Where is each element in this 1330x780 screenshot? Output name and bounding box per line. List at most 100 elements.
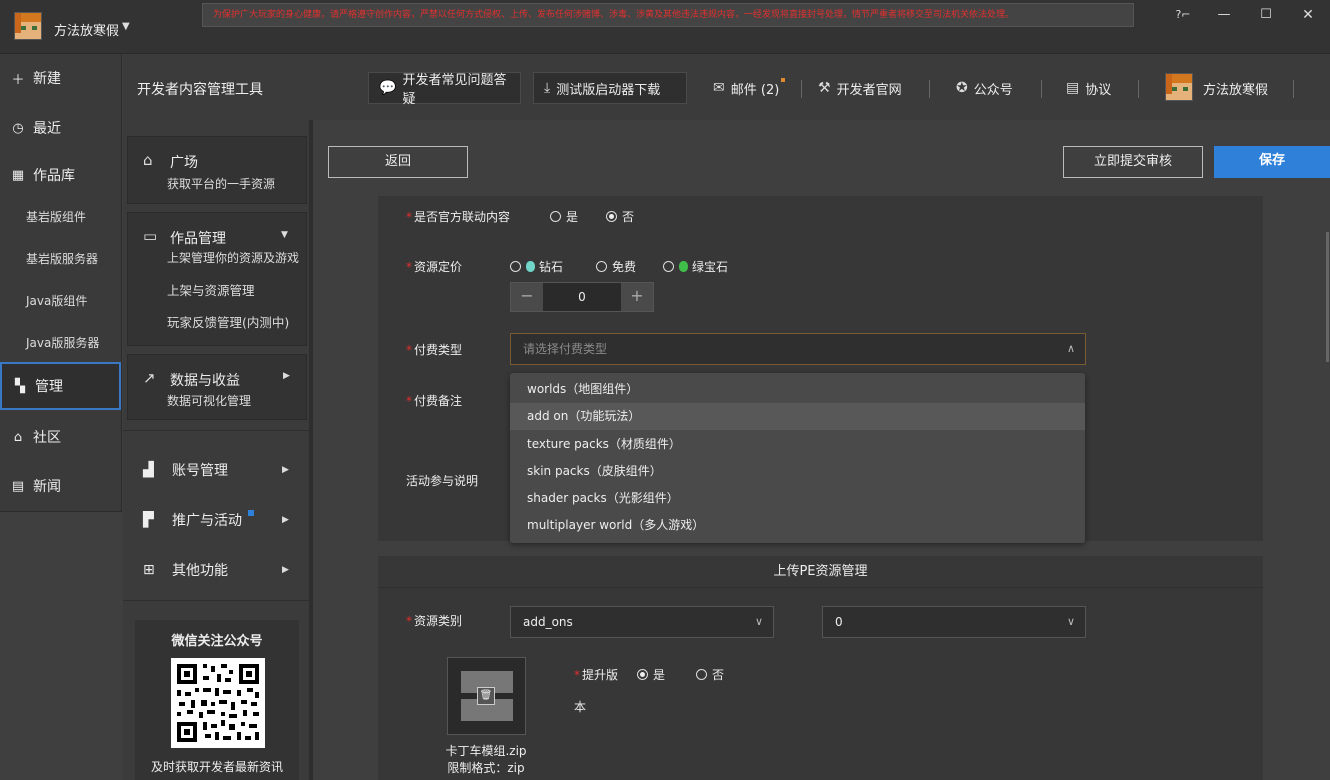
nav-library[interactable]: ▦ 作品库 bbox=[0, 151, 121, 199]
nav-news[interactable]: ▤ 新闻 bbox=[0, 462, 121, 510]
upgrade-label: * 提升版 bbox=[574, 668, 619, 682]
close-button[interactable]: ✕ bbox=[1293, 6, 1323, 24]
plaza-desc: 获取平台的一手资源 bbox=[167, 177, 276, 191]
scrollbar-thumb[interactable] bbox=[1326, 232, 1329, 362]
resource-type-select[interactable]: add_ons ∨ bbox=[510, 606, 774, 638]
plaza-title: 广场 bbox=[170, 155, 198, 171]
activity-label: 活动参与说明 bbox=[406, 474, 479, 488]
plaza-card[interactable]: ⌂ 广场 获取平台的一手资源 bbox=[127, 136, 307, 204]
pay-type-select[interactable]: 请选择付费类型 ∧ bbox=[510, 333, 1086, 365]
chevron-right-icon: ▶ bbox=[282, 565, 289, 575]
official-account-label: 公众号 bbox=[973, 82, 1013, 98]
price-free-radio[interactable]: 免费 bbox=[596, 258, 636, 275]
chevron-right-icon: ▶ bbox=[283, 371, 290, 381]
official-account-link[interactable]: ✪ 公众号 bbox=[956, 78, 1013, 98]
submit-review-button[interactable]: 立即提交审核 bbox=[1063, 146, 1203, 178]
nav-news-label: 新闻 bbox=[33, 479, 61, 495]
file-name: 卡丁车模组.zip bbox=[445, 744, 527, 758]
data-title: 数据与收益 bbox=[170, 373, 240, 389]
file-thumbnail[interactable]: 🗑 bbox=[447, 657, 526, 735]
diamond-icon bbox=[526, 261, 535, 272]
works-sub-listing[interactable]: 上架与资源管理 bbox=[167, 280, 255, 299]
pay-type-option[interactable]: multiplayer world（多人游戏） bbox=[510, 512, 1085, 539]
upgrade-label-cont: 本 bbox=[574, 700, 587, 714]
account-menu[interactable]: ▟ 账号管理 bbox=[143, 460, 228, 480]
nav-java-server[interactable]: Java版服务器 bbox=[26, 334, 99, 351]
test-launcher-label: 测试版启动器下载 bbox=[556, 82, 661, 98]
resource-sub-select[interactable]: 0 ∨ bbox=[822, 606, 1086, 638]
promo-badge-dot bbox=[248, 510, 254, 516]
official-collab-yes-radio[interactable]: 是 bbox=[550, 208, 578, 225]
nav-bedrock-server[interactable]: 基岩版服务器 bbox=[26, 250, 98, 267]
stepper-minus-button[interactable]: − bbox=[511, 283, 543, 311]
chat-icon: 💬 bbox=[379, 80, 397, 96]
maximize-button[interactable]: ☐ bbox=[1251, 6, 1281, 24]
data-card[interactable]: ↗ 数据与收益 ▶ 数据可视化管理 bbox=[127, 354, 307, 420]
account-name[interactable]: 方法放寒假 bbox=[54, 20, 119, 39]
trash-icon[interactable]: 🗑 bbox=[477, 687, 495, 705]
upload-section-title: 上传PE资源管理 bbox=[378, 556, 1263, 588]
nav-bedrock-component[interactable]: 基岩版组件 bbox=[26, 208, 86, 225]
agreement-link[interactable]: ▤ 协议 bbox=[1066, 78, 1111, 98]
pricing-label: * 资源定价 bbox=[406, 260, 463, 274]
separator bbox=[1041, 80, 1042, 98]
home-icon: ⌂ bbox=[143, 151, 153, 169]
dashboard-icon: ▚ bbox=[15, 378, 25, 394]
faq-label: 开发者常见问题答疑 bbox=[402, 73, 507, 107]
chevron-up-icon: ∧ bbox=[1066, 342, 1075, 355]
minimize-button[interactable]: — bbox=[1209, 6, 1239, 24]
pay-type-option[interactable]: worlds（地图组件） bbox=[510, 376, 1085, 403]
nav-java-component[interactable]: Java版组件 bbox=[26, 292, 87, 309]
nav-community[interactable]: ⌂ 社区 bbox=[0, 413, 121, 461]
upgrade-yes-radio[interactable]: 是 bbox=[637, 666, 665, 683]
separator bbox=[1293, 80, 1294, 98]
dev-site-link[interactable]: ⚒ 开发者官网 bbox=[818, 78, 902, 98]
pay-type-option[interactable]: skin packs（皮肤组件） bbox=[510, 458, 1085, 485]
pay-note-label: * 付费备注 bbox=[406, 394, 463, 408]
help-icon[interactable]: ?⌐ bbox=[1168, 6, 1198, 24]
title-bar: 方法放寒假 ▼ 为保护广大玩家的身心健康，请严格遵守创作内容，严禁以任何方式侵权… bbox=[0, 0, 1330, 54]
works-sub-feedback[interactable]: 玩家反馈管理(内测中) bbox=[167, 312, 289, 331]
faq-button[interactable]: 💬 开发者常见问题答疑 bbox=[368, 72, 521, 107]
nav-recent[interactable]: ◷ 最近 bbox=[0, 104, 121, 152]
wechat-card: 微信关注公众号 及时获取开发者最新资讯 bbox=[135, 620, 299, 780]
user-name[interactable]: 方法放寒假 bbox=[1203, 79, 1268, 98]
promo-menu[interactable]: ▛ 推广与活动 bbox=[143, 510, 254, 530]
nav-new[interactable]: ＋ 新建 bbox=[0, 54, 121, 102]
nav-manage[interactable]: ▚ 管理 bbox=[0, 362, 121, 410]
chevron-down-icon: ∨ bbox=[754, 615, 763, 628]
pay-type-label: * 付费类型 bbox=[406, 343, 463, 357]
price-diamond-radio[interactable]: 钻石 bbox=[510, 258, 563, 275]
pay-type-option[interactable]: shader packs（光影组件） bbox=[510, 485, 1085, 512]
stepper-plus-button[interactable]: + bbox=[621, 283, 653, 311]
others-menu[interactable]: ⊞ 其他功能 bbox=[143, 560, 228, 580]
nav-library-label: 作品库 bbox=[33, 168, 75, 184]
app-avatar[interactable] bbox=[14, 12, 42, 40]
account-dropdown-icon[interactable]: ▼ bbox=[122, 21, 130, 32]
clock-icon: ◷ bbox=[12, 120, 24, 136]
pay-type-option[interactable]: texture packs（材质组件） bbox=[510, 431, 1085, 458]
agreement-label: 协议 bbox=[1085, 82, 1112, 98]
nav-community-label: 社区 bbox=[33, 430, 61, 446]
chart-icon: ↗ bbox=[143, 369, 156, 387]
back-button[interactable]: 返回 bbox=[328, 146, 468, 178]
pay-type-option[interactable]: add on（功能玩法） bbox=[510, 403, 1085, 430]
pay-type-placeholder: 请选择付费类型 bbox=[523, 342, 608, 356]
left-nav: ＋ 新建 ◷ 最近 ▦ 作品库 基岩版组件 基岩版服务器 Java版组件 Java版服… bbox=[0, 54, 122, 512]
mail-link[interactable]: ✉ 邮件 (2) bbox=[713, 78, 786, 98]
save-button[interactable]: 保存 bbox=[1214, 146, 1330, 178]
official-collab-label: * 是否官方联动内容 bbox=[406, 210, 511, 224]
works-card[interactable]: ▭ 作品管理 ▼ 上架管理你的资源及游戏 上架与资源管理 玩家反馈管理(内测中) bbox=[127, 212, 307, 346]
price-input[interactable]: 0 bbox=[543, 283, 621, 311]
nav-recent-label: 最近 bbox=[33, 121, 61, 137]
user-avatar[interactable] bbox=[1165, 73, 1193, 101]
price-emerald-radio[interactable]: 绿宝石 bbox=[663, 258, 728, 275]
separator bbox=[801, 80, 802, 98]
official-collab-no-radio[interactable]: 否 bbox=[606, 208, 634, 225]
data-desc: 数据可视化管理 bbox=[167, 394, 252, 408]
notice-banner: 为保护广大玩家的身心健康，请严格遵守创作内容，严禁以任何方式侵权、上传、发布任何… bbox=[202, 3, 1134, 27]
upgrade-no-radio[interactable]: 否 bbox=[696, 666, 724, 683]
test-launcher-button[interactable]: ⤓ 测试版启动器下载 bbox=[533, 72, 687, 104]
news-icon: ▤ bbox=[11, 478, 25, 494]
mail-label: 邮件 (2) bbox=[730, 82, 780, 98]
